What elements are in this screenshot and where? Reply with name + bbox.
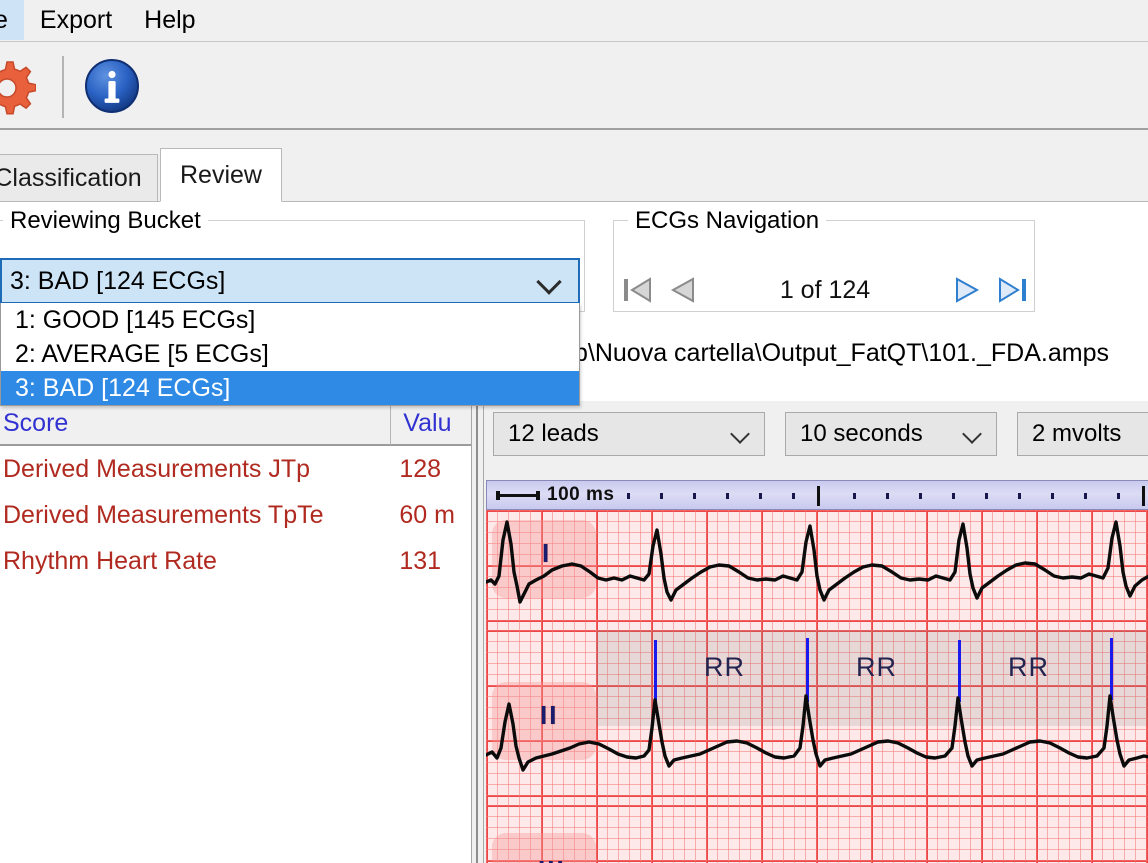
scale-bar-icon	[496, 491, 540, 500]
bucket-option-bad-label: 3: BAD [124 ECGs]	[15, 373, 231, 402]
ecg-lane-I[interactable]: I	[486, 510, 1148, 630]
chevron-down-icon	[962, 427, 984, 441]
tab-strip: Classification Review	[0, 131, 1148, 202]
panel-splitter[interactable]	[472, 401, 483, 863]
ecgs-navigation-controls: 1 of 124	[614, 267, 1036, 313]
skip-first-icon	[624, 277, 651, 303]
duration-select[interactable]: 10 seconds	[785, 412, 997, 456]
tab-classification[interactable]: Classification	[0, 154, 158, 202]
triangle-left-icon	[670, 277, 694, 303]
table-row[interactable]: Derived Measurements JTp 128	[0, 446, 471, 492]
previous-ecg-button[interactable]	[660, 269, 706, 311]
skip-last-icon	[999, 277, 1026, 303]
ecg-trace-II	[486, 694, 1148, 772]
amplitude-select-value: 2 mvolts	[1032, 420, 1122, 447]
menu-bar: e Export Help	[0, 0, 1148, 40]
amplitude-select[interactable]: 2 mvolts	[1017, 412, 1148, 456]
score-column-header[interactable]: Score	[0, 402, 392, 445]
tab-review-label: Review	[180, 160, 262, 189]
reviewing-bucket-title: Reviewing Bucket	[3, 207, 208, 235]
score-table[interactable]: Score Valu Derived Measurements JTp 128 …	[0, 401, 472, 863]
bucket-option-good[interactable]: 1: GOOD [145 ECGs]	[1, 303, 579, 337]
application-window: e Export Help Classification Review Revi…	[0, 0, 1148, 863]
ecg-trace-III	[486, 805, 1148, 863]
gear-icon[interactable]	[0, 58, 37, 116]
value-column-header[interactable]: Valu	[391, 402, 471, 445]
chevron-down-icon	[730, 427, 752, 441]
ecg-position-label: 1 of 124	[779, 275, 871, 304]
table-row[interactable]: Rhythm Heart Rate 131	[0, 538, 471, 584]
bucket-option-average-label: 2: AVERAGE [5 ECGs]	[15, 339, 269, 368]
review-tab-content: Reviewing Bucket 3: BAD [124 ECGs] 1: GO…	[0, 201, 1148, 863]
duration-select-value: 10 seconds	[800, 420, 923, 447]
toolbar-separator	[62, 56, 64, 118]
info-icon[interactable]	[82, 56, 142, 116]
menu-file[interactable]: e	[0, 0, 24, 40]
score-cell: Derived Measurements JTp	[3, 455, 311, 483]
reviewing-bucket-dropdown-list[interactable]: 1: GOOD [145 ECGs] 2: AVERAGE [5 ECGs] 3…	[0, 303, 580, 406]
ecg-lane-II[interactable]: II RR RR RR	[486, 630, 1148, 805]
reviewing-bucket-selected-value: 3: BAD [124 ECGs]	[10, 266, 226, 295]
ecg-trace-I	[486, 520, 1148, 604]
ecg-strips[interactable]: I II RR RR RR	[486, 510, 1148, 863]
menu-export[interactable]: Export	[24, 0, 128, 40]
value-cell: 60 m	[399, 501, 455, 529]
chevron-down-icon	[536, 273, 562, 289]
triangle-right-icon	[956, 277, 980, 303]
bucket-option-good-label: 1: GOOD [145 ECGs]	[15, 305, 256, 334]
ecg-file-path: p\Nuova cartella\Output_FatQT\101._FDA.a…	[574, 339, 1109, 367]
bucket-option-bad[interactable]: 3: BAD [124 ECGs]	[1, 371, 579, 405]
table-row[interactable]: Derived Measurements TpTe 60 m	[0, 492, 471, 538]
ruler-scale-label: 100 ms	[547, 484, 615, 505]
tab-classification-label: Classification	[0, 163, 142, 192]
value-cell: 131	[399, 547, 442, 575]
score-table-body: Derived Measurements JTp 128 Derived Mea…	[0, 446, 471, 584]
first-ecg-button[interactable]	[614, 269, 660, 311]
ecgs-navigation-title: ECGs Navigation	[628, 207, 827, 235]
ecg-viewer-toolbar: 12 leads 10 seconds 2 mvolts	[484, 412, 1148, 456]
ecg-time-ruler: 100 ms	[486, 480, 1148, 510]
reviewing-bucket-combobox[interactable]: 3: BAD [124 ECGs]	[0, 258, 580, 304]
leads-select[interactable]: 12 leads	[493, 412, 765, 456]
bucket-option-average[interactable]: 2: AVERAGE [5 ECGs]	[1, 337, 579, 371]
menu-help[interactable]: Help	[128, 0, 211, 40]
score-cell: Derived Measurements TpTe	[3, 501, 324, 529]
last-ecg-button[interactable]	[990, 269, 1036, 311]
toolbar	[0, 41, 1148, 130]
ecgs-navigation-group: ECGs Navigation 1 of 124	[613, 207, 1036, 313]
tab-review[interactable]: Review	[160, 148, 282, 202]
leads-select-value: 12 leads	[508, 420, 599, 447]
ecg-lane-III[interactable]: III	[486, 805, 1148, 863]
next-ecg-button[interactable]	[944, 269, 990, 311]
ecg-viewer-panel: 12 leads 10 seconds 2 mvolts 100 ms I II…	[483, 401, 1148, 863]
score-table-header: Score Valu	[0, 402, 471, 446]
score-cell: Rhythm Heart Rate	[3, 547, 217, 575]
value-cell: 128	[399, 455, 442, 483]
